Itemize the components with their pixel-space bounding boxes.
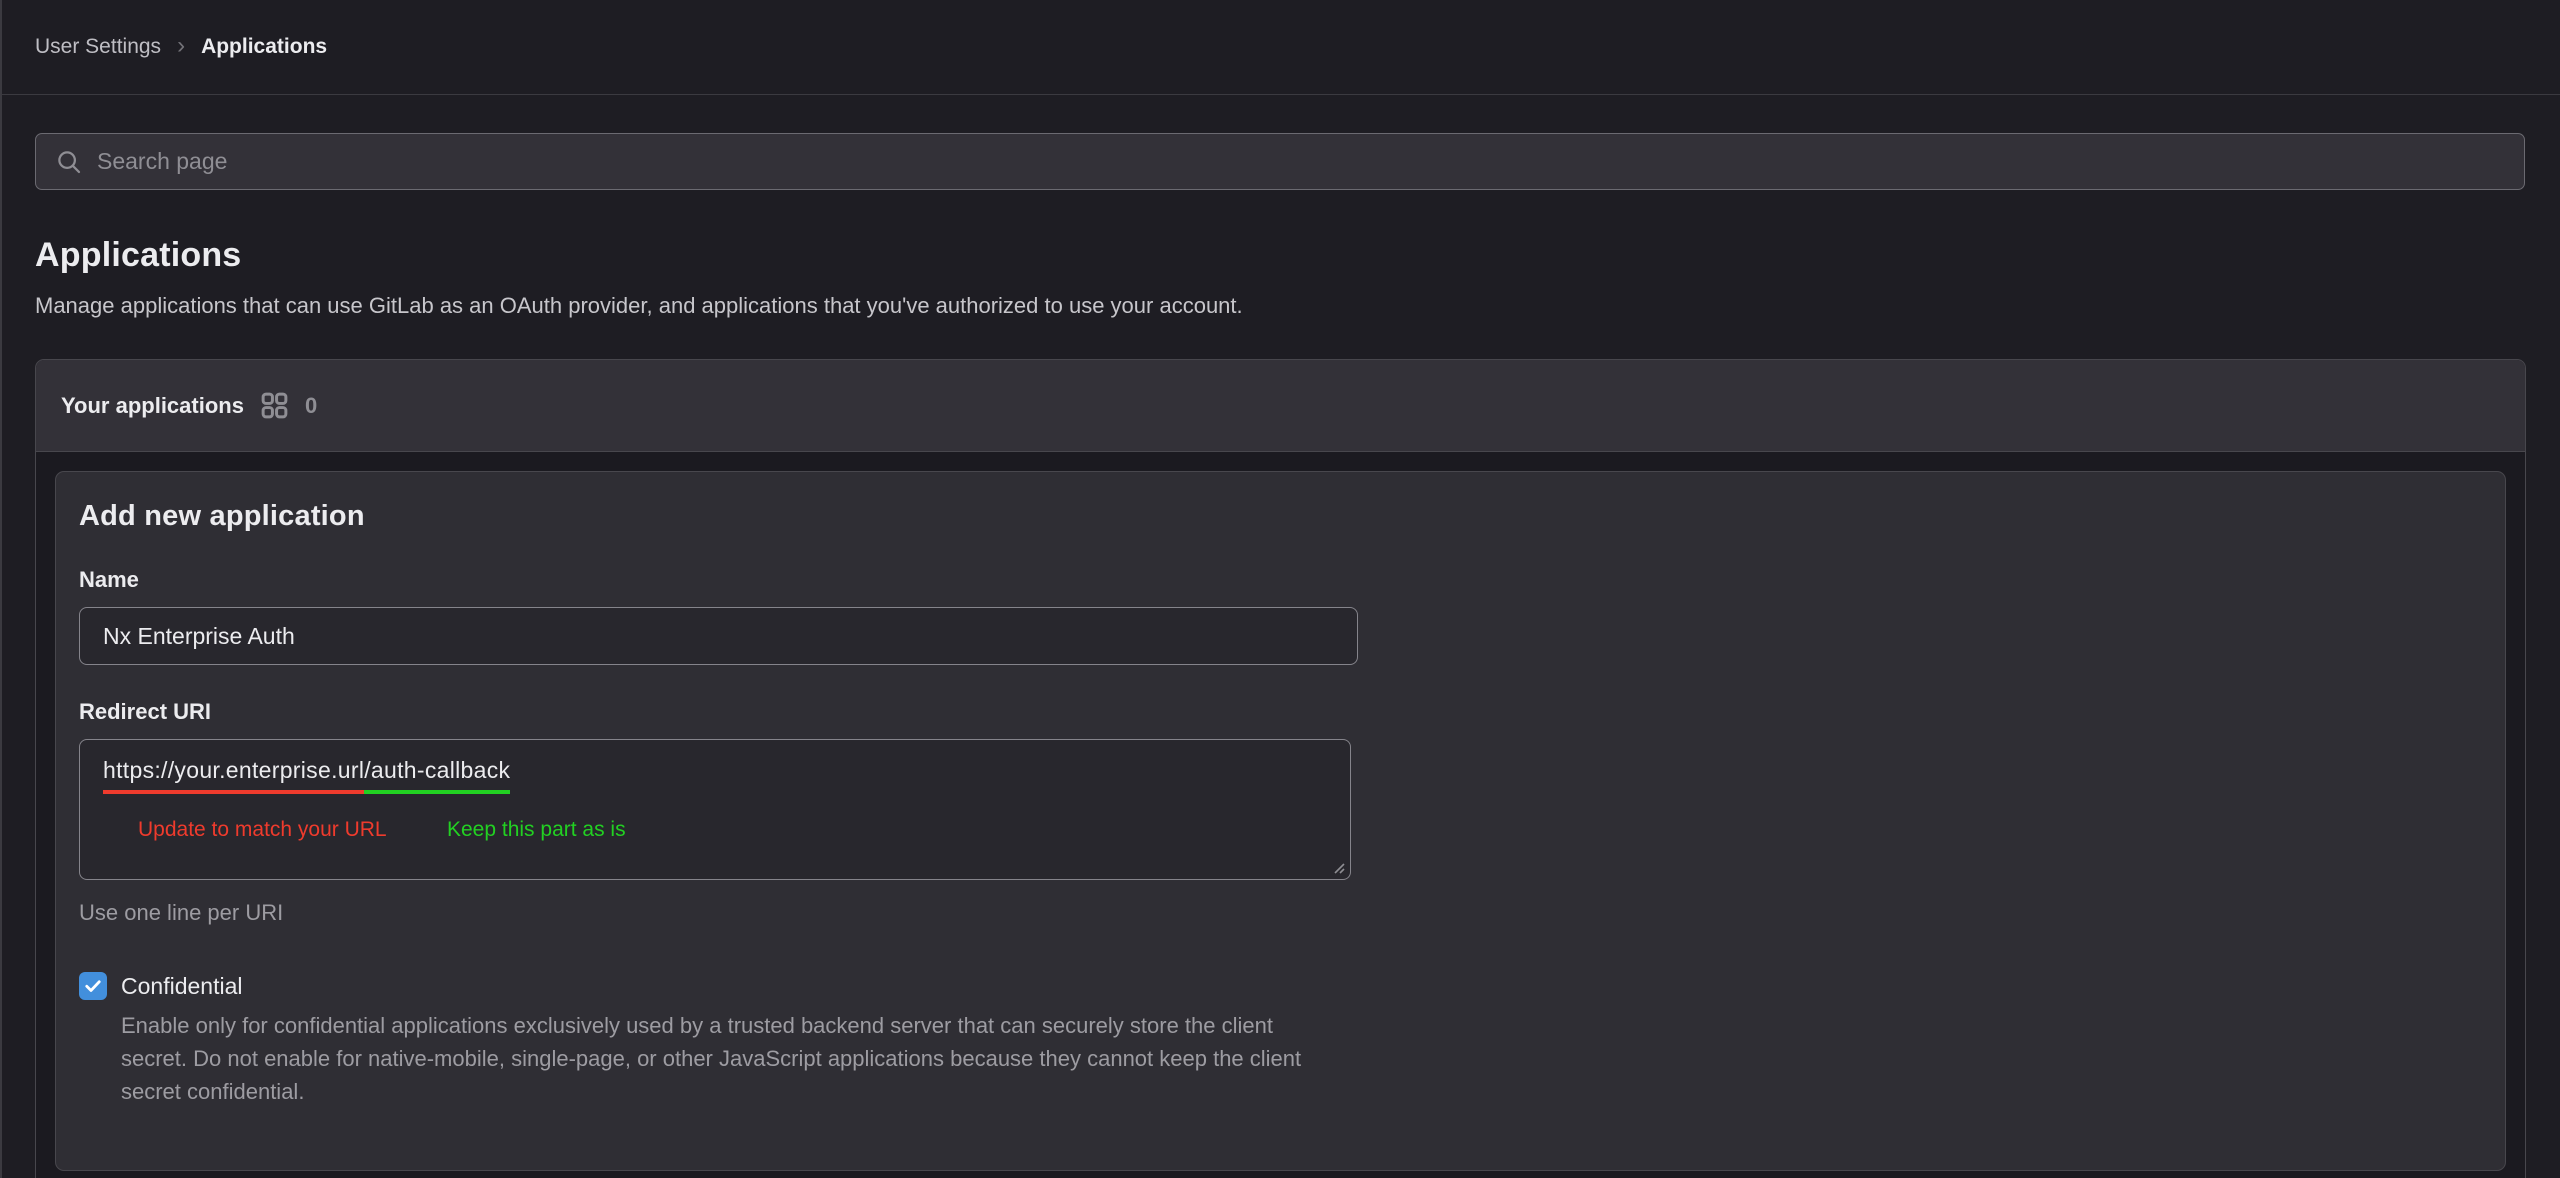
your-applications-header: Your applications 0 xyxy=(36,360,2525,452)
page-description: Manage applications that can use GitLab … xyxy=(35,293,2525,319)
redirect-uri-value: https://your.enterprise.url/auth-callbac… xyxy=(103,757,1328,784)
checkmark-icon xyxy=(83,976,103,996)
main-content: Applications Manage applications that ca… xyxy=(0,133,2560,1178)
redirect-uri-label: Redirect URI xyxy=(79,699,2481,725)
confidential-help-text: Enable only for confidential application… xyxy=(121,1009,1306,1108)
search-icon xyxy=(54,147,84,177)
page-title: Applications xyxy=(35,236,2525,275)
breadcrumb: User Settings › Applications xyxy=(35,34,327,61)
confidential-checkbox[interactable] xyxy=(79,972,107,1000)
add-application-card: Add new application Name Redirect URI ht… xyxy=(55,471,2506,1171)
uri-hint: Use one line per URI xyxy=(79,900,2481,926)
application-name-input[interactable] xyxy=(79,607,1358,665)
your-applications-body: Add new application Name Redirect URI ht… xyxy=(36,452,2525,1178)
your-applications-title: Your applications xyxy=(61,393,244,419)
top-bar: User Settings › Applications xyxy=(0,0,2560,95)
page-search-bar[interactable] xyxy=(35,133,2525,190)
uri-host-part: https://your.enterprise.url xyxy=(103,757,364,794)
confidential-row: Confidential xyxy=(79,972,2481,1000)
add-application-title: Add new application xyxy=(79,500,2481,533)
applications-count-badge: 0 xyxy=(305,393,317,419)
window-left-divider xyxy=(0,0,2,1178)
uri-callback-part: /auth-callback xyxy=(364,757,510,794)
chevron-right-icon: › xyxy=(177,34,185,61)
breadcrumb-user-settings[interactable]: User Settings xyxy=(35,35,161,59)
textarea-resize-handle[interactable] xyxy=(1331,860,1345,874)
annotation-update-url: Update to match your URL xyxy=(138,818,387,842)
confidential-label[interactable]: Confidential xyxy=(121,973,242,1000)
search-input[interactable] xyxy=(97,148,2506,175)
redirect-uri-textarea[interactable]: https://your.enterprise.url/auth-callbac… xyxy=(79,739,1351,880)
breadcrumb-applications: Applications xyxy=(201,35,327,59)
your-applications-section: Your applications 0 Add new application … xyxy=(35,359,2526,1178)
annotation-keep-part: Keep this part as is xyxy=(447,818,626,842)
applications-grid-icon xyxy=(259,390,290,421)
name-label: Name xyxy=(79,567,2481,593)
